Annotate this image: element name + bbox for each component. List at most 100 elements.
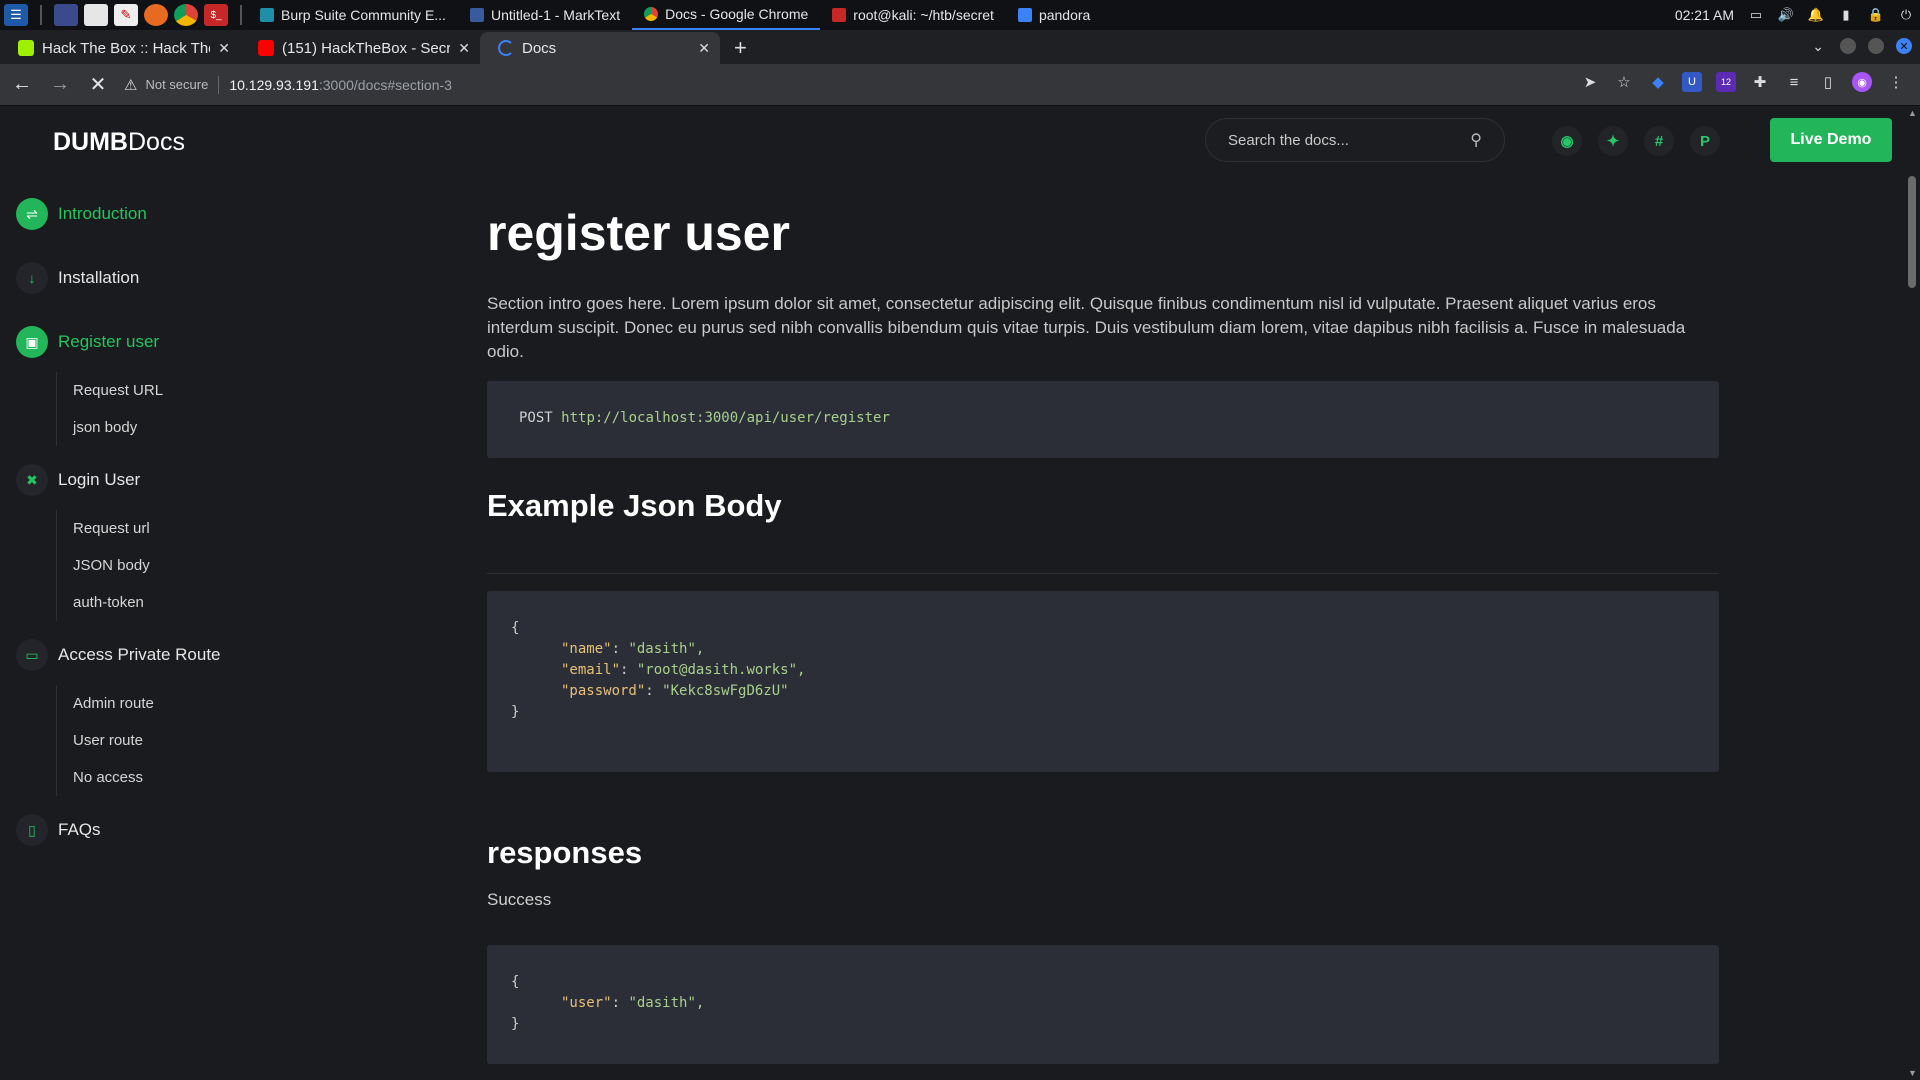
avatar[interactable]: ◉ [1852,72,1872,92]
task-chrome[interactable]: Docs - Google Chrome [632,0,821,30]
display-icon[interactable]: ▭ [1748,7,1764,23]
text-editor-icon[interactable]: ✎ [114,4,138,26]
shield-extension-icon[interactable]: U [1682,72,1702,92]
send-icon[interactable]: ➤ [1580,72,1600,92]
tab-youtube[interactable]: (151) HackTheBox - Secret ✕ [240,32,480,64]
responses-heading: responses [487,835,643,870]
site-logo[interactable]: DUMBDocs [53,128,185,157]
star-icon[interactable]: ☆ [1614,72,1634,92]
new-tab-button[interactable]: + [734,32,747,64]
puzzle-icon[interactable]: ✚ [1750,72,1770,92]
lock-icon[interactable]: 🔒 [1868,7,1884,23]
url-field[interactable]: ⚠ Not secure 10.129.93.191:3000/docs#sec… [124,75,452,94]
sidebar-item-access-private-route[interactable]: ▭ Access Private Route [16,639,221,671]
request-url: http://localhost:3000/api/user/register [561,410,890,426]
sidebar-item-login-user[interactable]: ✖ Login User [16,464,140,496]
task-folder[interactable]: pandora [1006,0,1102,30]
maximize-button[interactable] [1868,38,1884,54]
power-icon[interactable]: ⏻ [1898,7,1914,23]
sidebar-item-label: Access Private Route [58,645,221,664]
sidebar-subitem-auth-token[interactable]: auth-token [57,584,150,621]
marktext-icon [469,8,484,22]
task-label: Untitled-1 - MarkText [490,7,621,23]
login-user-subnav: Request url JSON body auth-token [56,510,150,621]
side-panel-icon[interactable]: ▯ [1818,72,1838,92]
minimize-button[interactable] [1840,38,1856,54]
sidebar-subitem-json-body[interactable]: json body [57,409,163,446]
folder-icon [1017,8,1032,22]
sidebar-subitem-admin-route[interactable]: Admin route [57,685,154,722]
response-codeblock: { "user": "dasith", } [487,945,1719,1064]
launcher-group: ☰ ✎ $_ [0,4,248,26]
tab-label: (151) HackTheBox - Secret [282,39,451,57]
divider [487,573,1719,574]
json-close-brace: } [511,1016,520,1032]
battery-icon[interactable]: ▮ [1838,7,1854,23]
page-scrollbar[interactable]: ▲ ▼ [1904,106,1920,1080]
bell-icon[interactable]: 🔔 [1808,7,1824,23]
file-manager-icon[interactable] [84,4,108,26]
twitter-icon[interactable]: ✦ [1598,126,1628,156]
json-open-brace: { [511,974,520,990]
forward-arrow-icon[interactable]: → [44,69,76,101]
sidebar-subitem-request-url[interactable]: Request url [57,510,150,547]
divider [240,5,242,25]
sidebar-item-label: Register user [58,332,160,351]
reading-list-icon[interactable]: ≡ [1784,72,1804,92]
sidebar-item-faqs[interactable]: ▯ FAQs [16,814,101,846]
json-key: "name" [561,641,612,657]
scrollbar-thumb[interactable] [1908,176,1916,288]
task-marktext[interactable]: Untitled-1 - MarkText [458,0,632,30]
more-menu-icon[interactable]: ⋮ [1886,72,1906,92]
tab-docs[interactable]: Docs ✕ [480,32,720,64]
divider [218,75,220,94]
chrome-icon [644,7,659,21]
chrome-icon[interactable] [174,4,198,26]
example-json-heading: Example Json Body [487,488,782,523]
search-input[interactable]: Search the docs... ⚲ [1205,118,1505,162]
sidebar-item-introduction[interactable]: ⇌ Introduction [16,198,147,230]
close-icon[interactable]: ✕ [218,40,230,57]
extension-blue-icon[interactable]: ◆ [1648,72,1668,92]
tab-hackthebox[interactable]: Hack The Box :: Hack The B ✕ [0,32,240,64]
request-url-codeblock: POST http://localhost:3000/api/user/regi… [487,381,1719,458]
task-burp[interactable]: Burp Suite Community E... [248,0,458,30]
search-icon[interactable]: ⚲ [1470,130,1482,150]
terminal-app-icon[interactable]: $_ [204,4,228,26]
sidebar-item-installation[interactable]: ↓ Installation [16,262,139,294]
volume-icon[interactable]: 🔊 [1778,7,1794,23]
stop-loading-icon[interactable]: ✕ [82,69,114,101]
security-label[interactable]: Not secure [145,77,208,92]
sidebar-subitem-request-url[interactable]: Request URL [57,372,163,409]
desktop-icon[interactable] [54,4,78,26]
clock[interactable]: 02:21 AM [1675,7,1734,23]
close-icon[interactable]: ✕ [698,40,710,57]
product-hunt-icon[interactable]: P [1690,126,1720,156]
slack-icon[interactable]: # [1644,126,1674,156]
json-value: "dasith", [628,995,705,1011]
close-window-button[interactable]: ✕ [1896,38,1912,54]
extension-badge-icon[interactable]: 12 [1716,72,1736,92]
live-demo-button[interactable]: Live Demo [1770,118,1892,162]
firefox-icon[interactable] [144,4,168,26]
scroll-down-arrow-icon[interactable]: ▼ [1908,1068,1917,1078]
scroll-up-arrow-icon[interactable]: ▲ [1908,108,1917,118]
box-icon: ▣ [16,326,48,358]
close-icon[interactable]: ✕ [458,40,470,57]
task-terminal[interactable]: root@kali: ~/htb/secret [820,0,1006,30]
sidebar-item-label: Introduction [58,204,147,223]
address-bar: ← → ✕ ⚠ Not secure 10.129.93.191:3000/do… [0,64,1920,106]
social-links: ◉ ✦ # P [1552,126,1720,156]
register-user-subnav: Request URL json body [56,372,163,446]
sidebar-subitem-no-access[interactable]: No access [57,759,154,796]
sidebar-subitem-json-body[interactable]: JSON body [57,547,150,584]
kali-menu-icon[interactable]: ☰ [4,4,28,26]
warning-icon[interactable]: ⚠ [124,76,137,94]
github-icon[interactable]: ◉ [1552,126,1582,156]
back-arrow-icon[interactable]: ← [6,69,38,101]
extension-toolbar: ➤ ☆ ◆ U 12 ✚ ≡ ▯ ◉ ⋮ [1580,72,1906,92]
sidebar-subitem-user-route[interactable]: User route [57,722,154,759]
chevron-down-icon[interactable]: ⌄ [1812,38,1824,55]
divider [40,5,42,25]
sidebar-item-register-user[interactable]: ▣ Register user [16,326,159,358]
